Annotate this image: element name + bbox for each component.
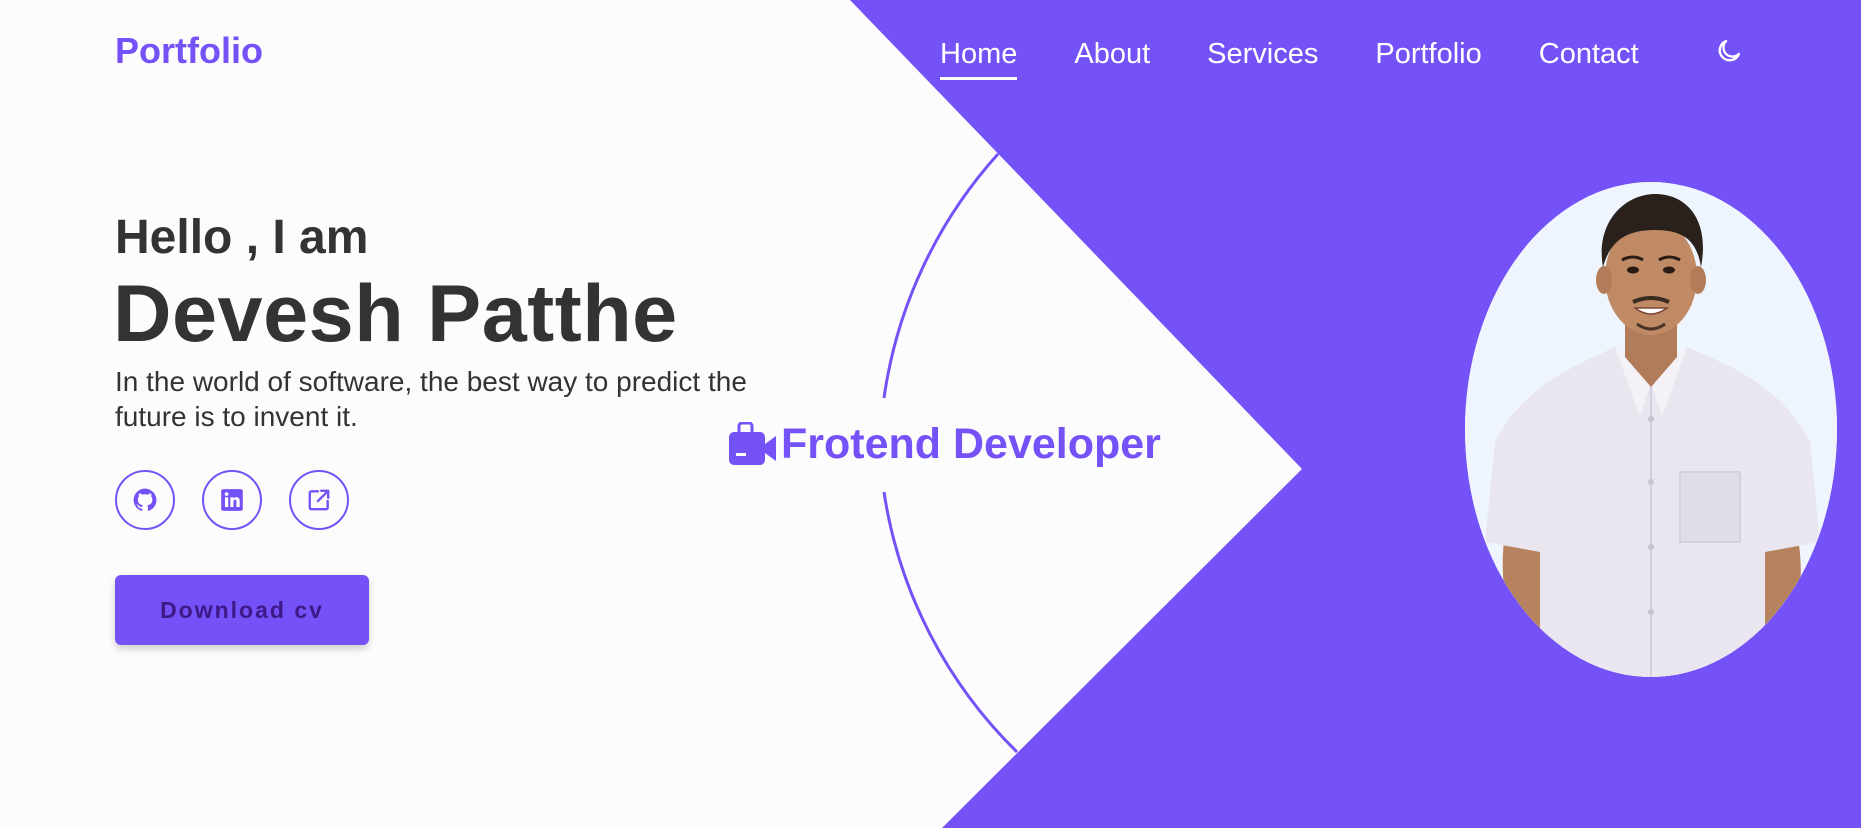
github-link[interactable] [115,470,175,530]
nav-item-home[interactable]: Home [940,38,1018,80]
portrait-illustration [1465,182,1837,677]
linkedin-icon [221,489,243,511]
video-camera-icon [729,421,776,465]
nav-item-about[interactable]: About [1074,38,1150,71]
moon-icon [1718,39,1741,62]
external-link[interactable] [289,470,349,530]
external-link-icon [308,489,330,511]
hero-name: Devesh Patthe [113,269,678,359]
portrait-photo [1465,182,1837,677]
github-icon [133,488,157,511]
role-label: Frotend Developer [727,420,1161,469]
portfolio-page: Portfolio Home About Services Portfolio … [0,0,1861,828]
hero-tagline: In the world of software, the best way t… [115,366,747,432]
nav-item-services[interactable]: Services [1207,38,1318,71]
social-links [115,470,376,530]
nav-item-portfolio[interactable]: Portfolio [1375,38,1481,71]
theme-toggle-button[interactable] [1715,37,1743,65]
role-text: Frotend Developer [781,420,1161,468]
site-logo[interactable]: Portfolio [115,30,263,72]
download-cv-button[interactable]: Download cv [115,575,369,645]
nav-item-contact[interactable]: Contact [1539,38,1639,71]
linkedin-link[interactable] [202,470,262,530]
main-nav: Home About Services Portfolio Contact [940,34,1696,80]
hero-intro: Hello , I am [115,211,369,264]
